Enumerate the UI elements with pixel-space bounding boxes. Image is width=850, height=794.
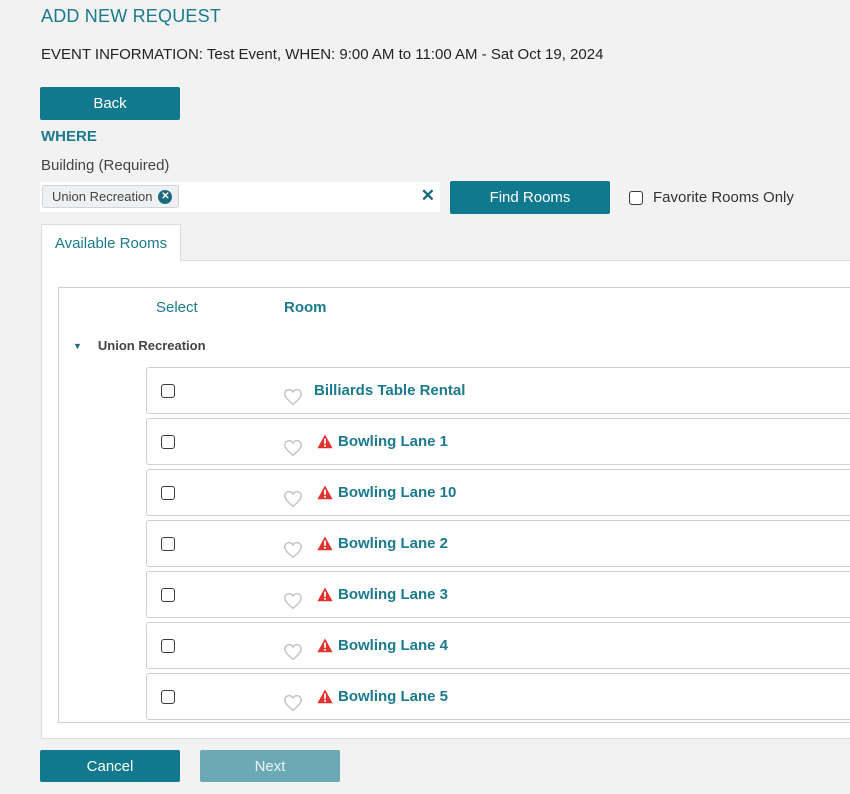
table-row[interactable]: Bowling Lane 2 [146, 520, 850, 567]
page: ADD NEW REQUEST EVENT INFORMATION: Test … [0, 0, 850, 794]
room-select-checkbox[interactable] [161, 639, 175, 653]
room-name-link[interactable]: Bowling Lane 5 [338, 688, 448, 705]
favorite-rooms-label: Favorite Rooms Only [653, 189, 794, 206]
table-row[interactable]: Bowling Lane 5 [146, 673, 850, 720]
heart-outline-icon[interactable] [283, 694, 303, 712]
room-select-checkbox[interactable] [161, 588, 175, 602]
where-heading: WHERE [41, 128, 97, 145]
heart-outline-icon[interactable] [283, 490, 303, 508]
room-name-link[interactable]: Bowling Lane 10 [338, 484, 456, 501]
table-row[interactable]: Bowling Lane 10 [146, 469, 850, 516]
warning-triangle-icon [317, 638, 333, 653]
column-header-select[interactable]: Select [156, 299, 198, 316]
room-list: Billiards Table Rental Bowling Lane 1 Bowl… [146, 367, 850, 724]
building-label: Building (Required) [41, 157, 170, 174]
caret-down-icon[interactable]: ▼ [73, 341, 82, 351]
room-name-link[interactable]: Bowling Lane 4 [338, 637, 448, 654]
room-select-checkbox[interactable] [161, 384, 175, 398]
warning-triangle-icon [317, 536, 333, 551]
close-circle-icon[interactable]: ✕ [158, 189, 173, 204]
next-button[interactable]: Next [200, 750, 340, 782]
group-row[interactable]: ▼ Union Recreation [73, 338, 206, 353]
warning-triangle-icon [317, 689, 333, 704]
favorite-rooms-toggle[interactable]: Favorite Rooms Only [629, 189, 794, 206]
favorite-rooms-checkbox[interactable] [629, 190, 643, 205]
room-select-checkbox[interactable] [161, 486, 175, 500]
room-name-link[interactable]: Bowling Lane 3 [338, 586, 448, 603]
room-select-checkbox[interactable] [161, 435, 175, 449]
close-icon[interactable]: ✕ [421, 187, 435, 204]
building-select[interactable]: Union Recreation ✕ ✕ [40, 182, 440, 212]
heart-outline-icon[interactable] [283, 643, 303, 661]
table-row[interactable]: Billiards Table Rental [146, 367, 850, 414]
back-button[interactable]: Back [40, 87, 180, 120]
warning-triangle-icon [317, 434, 333, 449]
page-title: ADD NEW REQUEST [41, 6, 222, 26]
cancel-button[interactable]: Cancel [40, 750, 180, 782]
event-information: EVENT INFORMATION: Test Event, WHEN: 9:0… [41, 46, 604, 63]
available-rooms-panel: Select Room ▼ Union Recreation Billiards… [41, 260, 850, 739]
room-name-link[interactable]: Bowling Lane 2 [338, 535, 448, 552]
heart-outline-icon[interactable] [283, 592, 303, 610]
tab-available-rooms[interactable]: Available Rooms [41, 224, 181, 261]
table-row[interactable]: Bowling Lane 3 [146, 571, 850, 618]
column-header-room[interactable]: Room [284, 299, 327, 316]
rooms-grid: Select Room ▼ Union Recreation Billiards… [58, 287, 850, 723]
table-row[interactable]: Bowling Lane 1 [146, 418, 850, 465]
heart-outline-icon[interactable] [283, 439, 303, 457]
heart-outline-icon[interactable] [283, 541, 303, 559]
room-name-link[interactable]: Billiards Table Rental [314, 382, 465, 399]
room-name-link[interactable]: Bowling Lane 1 [338, 433, 448, 450]
find-rooms-button[interactable]: Find Rooms [450, 181, 610, 214]
building-chip-label: Union Recreation [52, 189, 153, 204]
room-select-checkbox[interactable] [161, 690, 175, 704]
building-chip: Union Recreation ✕ [42, 185, 180, 208]
room-select-checkbox[interactable] [161, 537, 175, 551]
table-row[interactable]: Bowling Lane 4 [146, 622, 850, 669]
warning-triangle-icon [317, 485, 333, 500]
warning-triangle-icon [317, 587, 333, 602]
group-label: Union Recreation [97, 338, 206, 353]
heart-outline-icon[interactable] [283, 388, 303, 406]
